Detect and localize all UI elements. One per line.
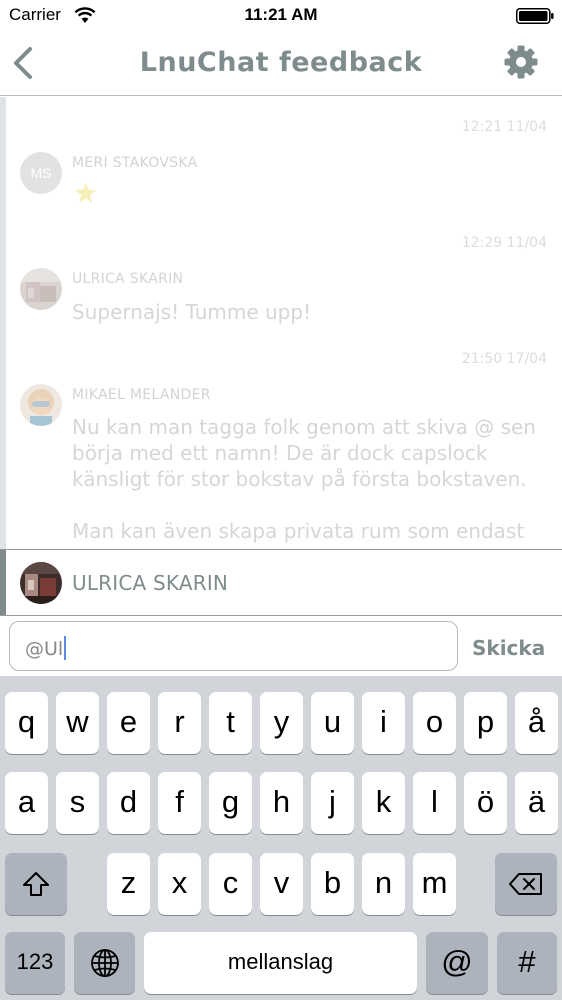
globe-key[interactable]: [74, 932, 135, 994]
key[interactable]: l: [413, 772, 456, 834]
globe-icon: [90, 949, 119, 977]
suggestion-indicator-bar: [0, 550, 6, 615]
key[interactable]: w: [56, 692, 99, 754]
message-timestamp: 12:29 11/04: [461, 235, 547, 251]
message-author: MIKAEL MELANDER: [72, 387, 211, 403]
key[interactable]: j: [311, 772, 354, 834]
composer: @Ul Skicka: [0, 616, 562, 676]
key[interactable]: d: [107, 772, 150, 834]
send-button[interactable]: Skicka: [472, 636, 545, 660]
room-indicator-bar: [0, 97, 6, 549]
numbers-key[interactable]: 123: [5, 932, 65, 994]
message-timestamp: 12:21 11/04: [461, 119, 547, 135]
clock: 11:21 AM: [244, 5, 318, 24]
key[interactable]: f: [158, 772, 201, 834]
message-author: ULRICA SKARIN: [72, 271, 184, 287]
nav-bar: LnuChat feedback: [0, 32, 562, 96]
key[interactable]: x: [158, 853, 201, 915]
key[interactable]: a: [5, 772, 48, 834]
key[interactable]: e: [107, 692, 150, 754]
message-text: Supernajs! Tumme upp!: [72, 300, 312, 324]
backspace-key[interactable]: [495, 853, 557, 915]
avatar: [20, 562, 62, 604]
key[interactable]: å: [515, 692, 558, 754]
key[interactable]: p: [464, 692, 507, 754]
battery-icon: [516, 8, 554, 24]
key[interactable]: h: [260, 772, 303, 834]
key[interactable]: v: [260, 853, 303, 915]
message-text: Nu kan man tagga folk genom att skiva @ …: [72, 415, 536, 543]
star-emoji: ★: [74, 179, 98, 209]
key[interactable]: t: [209, 692, 252, 754]
key[interactable]: ö: [464, 772, 507, 834]
hash-key[interactable]: #: [497, 932, 557, 994]
message-input-value-wrap: @Ul: [25, 636, 67, 660]
key[interactable]: y: [260, 692, 303, 754]
avatar[interactable]: [20, 268, 62, 310]
message-input[interactable]: @Ul: [9, 621, 458, 671]
avatar[interactable]: MS: [20, 152, 62, 194]
key[interactable]: u: [311, 692, 354, 754]
key[interactable]: z: [107, 853, 150, 915]
key[interactable]: n: [362, 853, 405, 915]
message-input-value: @Ul: [25, 638, 64, 660]
key[interactable]: o: [413, 692, 456, 754]
suggestion-name: ULRICA SKARIN: [72, 571, 229, 595]
key[interactable]: g: [209, 772, 252, 834]
mention-suggestion[interactable]: ULRICA SKARIN: [0, 549, 562, 616]
text-caret: [64, 636, 67, 660]
keyboard: q w e r t y u i o p å a s d f g h j k l …: [0, 676, 562, 1000]
key[interactable]: b: [311, 853, 354, 915]
key[interactable]: m: [413, 853, 456, 915]
status-bar: Carrier 11:21 AM: [0, 0, 562, 32]
message-timestamp: 21:50 17/04: [461, 351, 547, 367]
key[interactable]: s: [56, 772, 99, 834]
avatar[interactable]: [20, 384, 62, 426]
message-author: MERI STAKOVSKA: [72, 155, 198, 171]
key[interactable]: k: [362, 772, 405, 834]
at-key[interactable]: @: [426, 932, 488, 994]
key[interactable]: r: [158, 692, 201, 754]
shift-icon: [23, 872, 49, 896]
key[interactable]: q: [5, 692, 48, 754]
page-title: LnuChat feedback: [139, 47, 423, 78]
key[interactable]: i: [362, 692, 405, 754]
key[interactable]: ä: [515, 772, 558, 834]
backspace-icon: [509, 873, 542, 895]
key[interactable]: c: [209, 853, 252, 915]
message-list[interactable]: 12:21 11/04 MS MERI STAKOVSKA ★ 12:29 11…: [0, 97, 562, 549]
gear-icon[interactable]: [503, 44, 539, 80]
shift-key[interactable]: [5, 853, 67, 915]
space-key[interactable]: mellanslag: [144, 932, 417, 994]
